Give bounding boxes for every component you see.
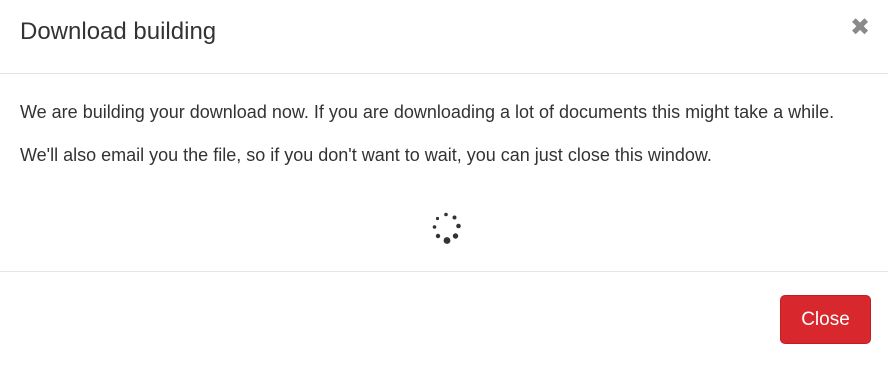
dialog-body: We are building your download now. If yo… (0, 74, 888, 272)
close-button[interactable]: Close (780, 295, 871, 344)
build-message: We are building your download now. If yo… (20, 102, 835, 122)
loading-spinner-icon (432, 212, 461, 244)
dialog-title: Download building (20, 18, 217, 45)
email-message: We'll also email you the file, so if you… (20, 145, 712, 165)
download-dialog: Download building ✖ We are building your… (0, 0, 888, 366)
dialog-header: Download building ✖ (0, 0, 888, 74)
dialog-footer: Close (0, 272, 888, 366)
close-icon[interactable]: ✖ (850, 16, 870, 40)
